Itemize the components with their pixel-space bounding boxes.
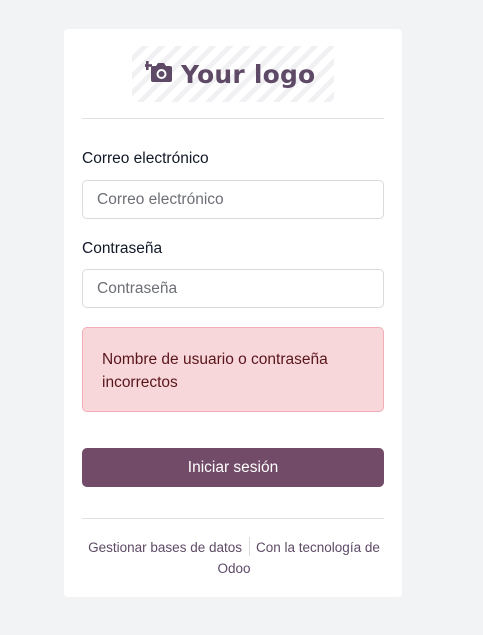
password-field[interactable] bbox=[82, 269, 384, 308]
login-button[interactable]: Iniciar sesión bbox=[82, 448, 384, 487]
header-divider bbox=[82, 118, 384, 119]
footer-divider bbox=[82, 518, 384, 519]
odoo-link[interactable]: Odoo bbox=[217, 561, 250, 576]
logo-content: Your logo bbox=[143, 57, 316, 91]
footer-separator bbox=[249, 537, 250, 556]
company-logo: Your logo bbox=[132, 46, 334, 102]
footer: Gestionar bases de datos Con la tecnologí… bbox=[78, 537, 390, 579]
error-alert: Nombre de usuario o contraseña incorrect… bbox=[82, 327, 384, 412]
email-label: Correo electrónico bbox=[82, 150, 209, 167]
logo-text: Your logo bbox=[181, 59, 316, 89]
camera-plus-icon bbox=[143, 58, 181, 91]
password-label: Contraseña bbox=[82, 240, 163, 257]
login-card: Your logo Correo electrónico Contraseña … bbox=[64, 29, 402, 597]
powered-by-text: Con la tecnología de bbox=[256, 540, 380, 555]
email-field[interactable] bbox=[82, 180, 384, 219]
manage-databases-link[interactable]: Gestionar bases de datos bbox=[88, 540, 242, 555]
